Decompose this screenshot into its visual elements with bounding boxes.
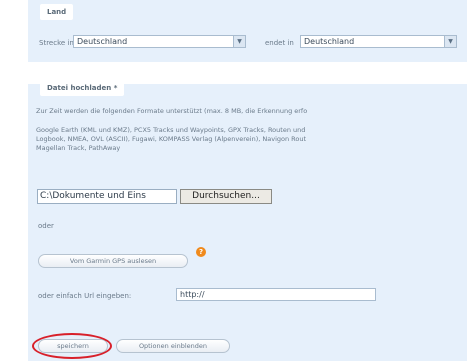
file-path-input[interactable]: C:\Dokumente und Eins <box>37 189 177 204</box>
end-country-select[interactable]: Deutschland ▼ <box>300 35 457 48</box>
read-garmin-button[interactable]: Vom Garmin GPS auslesen <box>38 254 188 268</box>
help-icon[interactable]: ? <box>196 247 206 257</box>
chevron-down-icon: ▼ <box>444 36 456 47</box>
end-country-label: endet in <box>265 39 294 47</box>
start-country-value: Deutschland <box>77 37 128 46</box>
end-country-value: Deutschland <box>304 37 355 46</box>
formats-intro: Zur Zeit werden die folgenden Formate un… <box>36 107 308 115</box>
browse-button[interactable]: Durchsuchen... <box>180 189 272 204</box>
start-country-select[interactable]: Deutschland ▼ <box>73 35 246 48</box>
formats-list-line1: Google Earth (KML und KMZ), PCX5 Tracks … <box>36 126 306 134</box>
or-label: oder <box>38 222 54 230</box>
start-country-label: Strecke in <box>39 39 74 47</box>
url-input[interactable]: http:// <box>176 288 376 301</box>
upload-legend: Datei hochladen * <box>40 80 125 96</box>
land-legend: Land <box>40 4 74 20</box>
chevron-down-icon: ▼ <box>233 36 245 47</box>
land-panel <box>28 0 467 62</box>
show-options-button[interactable]: Optionen einblenden <box>116 339 230 353</box>
save-highlight-circle <box>32 333 112 359</box>
formats-list-line3: Magellan Track, PathAway <box>36 144 121 152</box>
formats-list-line2: Logbook, NMEA, OVL (ASCII), Fugawi, KOMP… <box>36 135 307 143</box>
url-label: oder einfach Url eingeben: <box>38 292 132 300</box>
